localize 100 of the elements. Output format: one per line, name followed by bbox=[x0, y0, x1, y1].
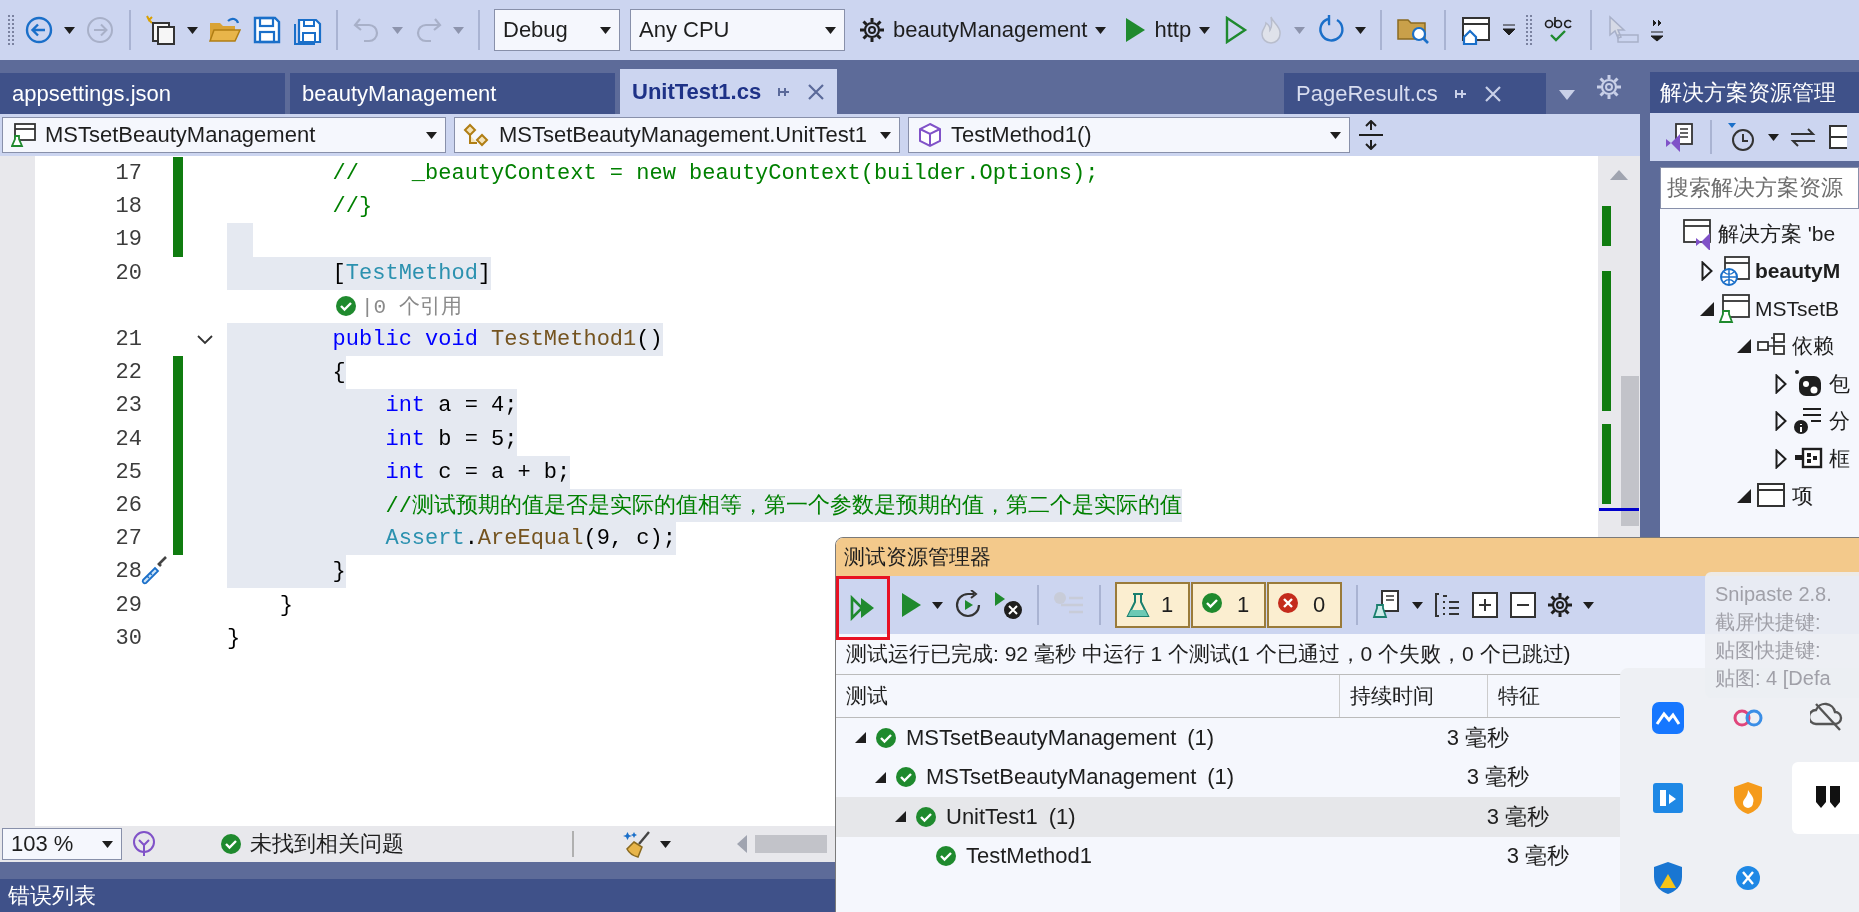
issues-status[interactable]: 未找到相关问题 bbox=[250, 829, 404, 859]
method-cube-icon bbox=[917, 122, 943, 148]
collapsed-arrow-icon[interactable] bbox=[1775, 411, 1787, 432]
caret-icon[interactable] bbox=[1412, 601, 1423, 609]
column-header[interactable]: 测试 bbox=[836, 675, 1340, 717]
sync-arrows-icon[interactable] bbox=[1789, 125, 1817, 149]
tree-item[interactable]: 解决方案 'be bbox=[1718, 219, 1836, 248]
caret-icon[interactable] bbox=[102, 840, 113, 848]
solution-icon bbox=[1682, 217, 1714, 250]
expanded-arrow-icon[interactable] bbox=[894, 811, 906, 823]
remote-app-icon[interactable] bbox=[1650, 780, 1686, 816]
overflow-caret-icon[interactable] bbox=[1650, 18, 1665, 42]
caret-icon[interactable] bbox=[825, 26, 836, 34]
tree-item[interactable]: 项 bbox=[1792, 482, 1813, 511]
search-field[interactable]: 搜索解决方案资源 bbox=[1660, 167, 1859, 209]
broom-icon[interactable] bbox=[622, 829, 652, 859]
document-tab[interactable]: appsettings.json bbox=[0, 73, 285, 114]
play-icon[interactable] bbox=[900, 592, 922, 618]
settings-icon[interactable] bbox=[1547, 592, 1573, 618]
back-icon[interactable] bbox=[24, 15, 54, 45]
expanded-arrow-icon[interactable] bbox=[1700, 301, 1714, 316]
test-row[interactable]: MSTsetBeautyManagement (1) 3 毫秒 bbox=[836, 718, 1859, 758]
collapsed-arrow-icon[interactable] bbox=[1775, 448, 1787, 469]
tree-item[interactable]: 框 bbox=[1829, 444, 1850, 473]
member-dropdown[interactable]: TestMethod1() bbox=[908, 117, 1350, 153]
group-by-icon[interactable] bbox=[1433, 591, 1461, 619]
project-dropdown[interactable]: MSTsetBeautyManagement bbox=[2, 117, 446, 153]
tab-list-icon[interactable] bbox=[1559, 90, 1575, 100]
collapse-chevron-icon[interactable] bbox=[196, 333, 214, 346]
expanded-arrow-icon[interactable] bbox=[874, 771, 886, 783]
line-number: 21 bbox=[114, 327, 142, 353]
window-home-icon[interactable] bbox=[1460, 15, 1493, 45]
save-icon[interactable] bbox=[252, 15, 282, 45]
filter-toggle[interactable]: 1 bbox=[1191, 582, 1266, 628]
expand-all-icon[interactable] bbox=[1471, 591, 1499, 619]
test-row[interactable]: TestMethod1 3 毫秒 bbox=[836, 836, 1859, 876]
overflow-caret-icon[interactable] bbox=[1502, 23, 1517, 37]
column-header[interactable]: 持续时间 bbox=[1340, 675, 1488, 717]
tooltip-text: 贴图快捷键: bbox=[1715, 638, 1822, 663]
cloud-app-icon[interactable] bbox=[1650, 700, 1686, 736]
caret-icon[interactable] bbox=[1095, 26, 1107, 34]
filter-toggle[interactable]: 0 bbox=[1267, 582, 1342, 628]
line-number: 24 bbox=[114, 426, 142, 452]
document-tab[interactable]: beautyManagement bbox=[290, 73, 615, 114]
collapsed-arrow-icon[interactable] bbox=[1701, 261, 1713, 282]
line-number: 19 bbox=[114, 227, 142, 253]
expanded-arrow-icon[interactable] bbox=[854, 732, 866, 744]
tree-item[interactable]: 包 bbox=[1829, 369, 1850, 398]
collapsed-arrow-icon[interactable] bbox=[1775, 373, 1787, 394]
caret-icon[interactable] bbox=[1768, 133, 1779, 141]
collapse-all-icon[interactable] bbox=[1827, 122, 1847, 152]
caret-icon[interactable] bbox=[660, 840, 671, 848]
tooltip-text: Snipaste 2.8. bbox=[1715, 582, 1833, 607]
collapse-all-icon[interactable] bbox=[1509, 591, 1537, 619]
open-folder-icon[interactable] bbox=[208, 15, 242, 45]
caret-icon[interactable] bbox=[426, 131, 437, 139]
caret-icon[interactable] bbox=[1355, 26, 1367, 34]
screwdriver-icon[interactable] bbox=[140, 555, 170, 586]
platform-dropdown[interactable]: Any CPU bbox=[630, 9, 845, 51]
caret-icon[interactable] bbox=[1330, 131, 1341, 139]
tree-item[interactable]: 分 bbox=[1829, 407, 1850, 436]
type-dropdown[interactable]: MSTsetBeautyManagement.UnitTest1 bbox=[454, 117, 900, 153]
document-tab[interactable]: PageResult.cs bbox=[1284, 73, 1546, 114]
caret-icon[interactable] bbox=[880, 131, 891, 139]
run-all-button[interactable] bbox=[836, 576, 890, 640]
test-row[interactable]: MSTsetBeautyManagement (1) 3 毫秒 bbox=[836, 757, 1859, 797]
horizontal-scrollbar[interactable] bbox=[755, 835, 827, 853]
tree-item[interactable]: 依赖 bbox=[1792, 332, 1834, 361]
caret-icon[interactable] bbox=[932, 601, 943, 609]
tree-item[interactable]: MSTsetB bbox=[1755, 296, 1840, 321]
panel-title: 解决方案资源管理 bbox=[1650, 72, 1859, 113]
start-button[interactable]: http bbox=[1120, 17, 1215, 43]
new-project-icon[interactable] bbox=[145, 14, 177, 46]
close-icon[interactable] bbox=[807, 82, 826, 101]
test-duration: 3 毫秒 bbox=[1485, 802, 1549, 831]
caret-icon[interactable] bbox=[64, 26, 75, 34]
caret-icon[interactable] bbox=[1199, 26, 1211, 34]
playlist-icon[interactable] bbox=[1372, 589, 1402, 621]
line-number: 20 bbox=[114, 260, 142, 286]
line-number: 23 bbox=[114, 393, 142, 419]
expanded-arrow-icon[interactable] bbox=[1737, 489, 1751, 504]
startup-project-button[interactable]: beautyManagement bbox=[855, 17, 1111, 43]
solution-view-icon[interactable] bbox=[1664, 121, 1696, 153]
rerun-icon[interactable] bbox=[953, 590, 983, 620]
play-outline-icon[interactable] bbox=[1224, 16, 1249, 44]
caret-icon[interactable] bbox=[187, 26, 198, 34]
split-icon[interactable] bbox=[1358, 120, 1384, 150]
cancel-run-icon[interactable] bbox=[993, 590, 1023, 620]
caret-icon[interactable] bbox=[1583, 601, 1594, 609]
code-cleanup-icon[interactable] bbox=[130, 830, 158, 858]
test-duration: 3 毫秒 bbox=[1505, 842, 1569, 871]
caret-icon[interactable] bbox=[600, 26, 611, 34]
configuration-dropdown[interactable]: Debug bbox=[494, 9, 620, 51]
test-project-icon bbox=[1719, 292, 1751, 325]
zoom-dropdown[interactable]: 103 % bbox=[2, 828, 122, 860]
document-tab[interactable]: UnitTest1.cs bbox=[620, 69, 838, 114]
filter-toggle[interactable]: 1 bbox=[1115, 582, 1190, 628]
run-all-icon bbox=[850, 595, 876, 621]
tree-item[interactable]: beautyM bbox=[1755, 259, 1841, 284]
expanded-arrow-icon[interactable] bbox=[1737, 339, 1751, 354]
